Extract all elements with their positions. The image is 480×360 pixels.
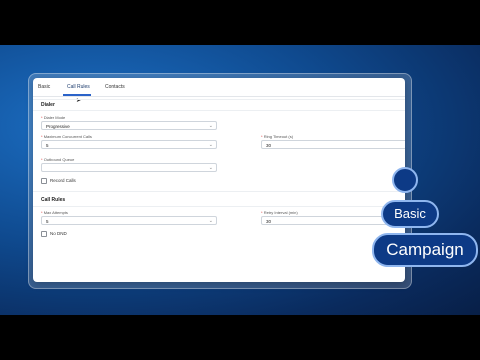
video-stage: Basic Call Rules Contacts ➤ Dialer * Dia… bbox=[0, 45, 480, 315]
no-dnd-row: No DND bbox=[41, 231, 67, 237]
dialer-mode-select[interactable]: Progressive ⌄ bbox=[41, 121, 217, 130]
divider bbox=[33, 110, 405, 111]
retry-interval-value: 30 bbox=[266, 219, 272, 224]
record-calls-checkbox[interactable] bbox=[41, 178, 47, 184]
max-attempts-input[interactable]: 5 ⌄ bbox=[41, 216, 217, 225]
tab-call-rules[interactable]: Call Rules bbox=[67, 84, 90, 90]
ring-timeout-value: 30 bbox=[266, 143, 272, 148]
campaign-form-panel: Basic Call Rules Contacts ➤ Dialer * Dia… bbox=[33, 78, 405, 282]
active-tab-indicator bbox=[63, 94, 91, 96]
record-calls-label: Record Calls bbox=[50, 178, 76, 184]
tab-contacts[interactable]: Contacts bbox=[105, 84, 125, 90]
ring-timeout-label: * Ring Timeout (s) bbox=[261, 134, 294, 139]
retry-interval-label: * Retry Interval (min) bbox=[261, 210, 298, 215]
max-concurrent-calls-value: 5 bbox=[46, 143, 49, 148]
call-rules-section-title: Call Rules bbox=[41, 197, 66, 203]
max-concurrent-calls-input[interactable]: 5 ⌄ bbox=[41, 140, 217, 149]
dialer-section-title: Dialer bbox=[41, 102, 55, 108]
chevron-down-icon: ⌄ bbox=[208, 123, 213, 129]
divider bbox=[33, 99, 405, 100]
no-dnd-checkbox[interactable] bbox=[41, 231, 47, 237]
chevron-down-icon: ⌄ bbox=[208, 165, 213, 171]
tab-bar: Basic Call Rules Contacts bbox=[33, 78, 405, 97]
tab-basic[interactable]: Basic bbox=[38, 84, 50, 90]
dialer-mode-value: Progressive bbox=[46, 124, 70, 129]
bubble-dot bbox=[392, 167, 418, 193]
basic-bubble: Basic bbox=[381, 200, 439, 228]
record-calls-row: Record Calls bbox=[41, 178, 76, 184]
max-attempts-label: * Max Attempts bbox=[41, 210, 68, 215]
outbound-queue-select[interactable]: ⌄ bbox=[41, 163, 217, 172]
divider bbox=[33, 206, 405, 207]
no-dnd-label: No DND bbox=[50, 231, 67, 237]
max-attempts-value: 5 bbox=[46, 219, 49, 224]
max-concurrent-calls-label: * Maximum Concurrent Calls bbox=[41, 134, 92, 139]
campaign-bubble: Campaign bbox=[372, 233, 478, 267]
outbound-queue-label: * Outbound Queue bbox=[41, 157, 75, 162]
divider bbox=[33, 191, 405, 192]
dialer-mode-label: * Dialer Mode bbox=[41, 115, 66, 120]
ring-timeout-input[interactable]: 30 bbox=[261, 140, 405, 149]
chevron-down-icon: ⌄ bbox=[208, 142, 213, 148]
chevron-down-icon: ⌄ bbox=[208, 218, 213, 224]
